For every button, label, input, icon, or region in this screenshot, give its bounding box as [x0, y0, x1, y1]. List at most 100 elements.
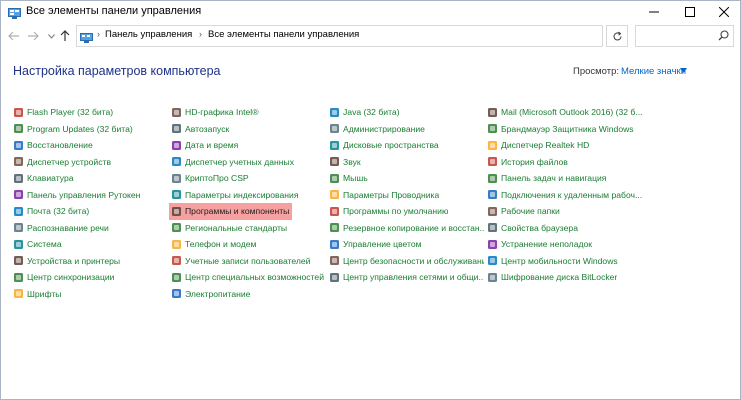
control-panel-item[interactable]: Резервное копирование и восстан...: [329, 220, 484, 237]
control-panel-item-label: Диспетчер устройств: [27, 156, 112, 167]
storage-icon: [329, 140, 340, 151]
control-panel-item[interactable]: Program Updates (32 бита): [13, 121, 168, 138]
control-panel-item[interactable]: Региональные стандарты: [171, 220, 326, 237]
control-panel-item[interactable]: Панель задач и навигация: [487, 170, 642, 187]
control-panel-item-label: Звук: [343, 156, 361, 167]
minimize-icon: [649, 11, 659, 13]
control-panel-item[interactable]: Телефон и модем: [171, 236, 326, 253]
control-panel-item-label: Подключения к удаленным рабоч...: [501, 189, 642, 200]
forward-button[interactable]: [26, 29, 40, 43]
control-panel-item[interactable]: Центр управления сетями и общи...: [329, 269, 484, 286]
control-panel-item[interactable]: Параметры индексирования: [171, 187, 326, 204]
page-title: Настройка параметров компьютера: [13, 64, 221, 78]
control-panel-item[interactable]: Устройства и принтеры: [13, 253, 168, 270]
control-panel-item[interactable]: Свойства браузера: [487, 220, 642, 237]
address-bar[interactable]: › Панель управления › Все элементы панел…: [76, 25, 672, 47]
printer-icon: [13, 255, 24, 266]
indexing-icon: [171, 189, 182, 200]
control-panel-item[interactable]: Диспетчер учетных данных: [171, 154, 326, 171]
control-panel-item[interactable]: Панель управления Рутокен: [13, 187, 168, 204]
refresh-button[interactable]: [606, 25, 628, 47]
control-panel-item[interactable]: Автозапуск: [171, 121, 326, 138]
control-panel-item[interactable]: Дата и время: [171, 137, 326, 154]
control-panel-item-label: Управление цветом: [343, 239, 422, 250]
firewall-icon: [487, 123, 498, 134]
control-panel-item[interactable]: Диспетчер Realtek HD: [487, 137, 642, 154]
control-panel-item-label: Почта (32 бита): [27, 206, 90, 217]
control-panel-item[interactable]: Дисковые пространства: [329, 137, 484, 154]
control-panel-item-label: Телефон и модем: [185, 239, 257, 250]
recent-locations-button[interactable]: [44, 29, 58, 43]
control-panel-item-label: Брандмауэр Защитника Windows: [501, 123, 634, 134]
updates-icon: [13, 123, 24, 134]
control-panel-item[interactable]: Администрирование: [329, 121, 484, 138]
browser-icon: [487, 222, 498, 233]
control-panel-item[interactable]: Клавиатура: [13, 170, 168, 187]
title-bar: Все элементы панели управления: [1, 1, 740, 23]
cryptopro-icon: [171, 173, 182, 184]
control-panel-item[interactable]: Мышь: [329, 170, 484, 187]
recovery-icon: [13, 140, 24, 151]
control-panel-item[interactable]: История файлов: [487, 154, 642, 171]
control-panel-item-label: Распознавание речи: [27, 222, 109, 233]
minimize-button[interactable]: [637, 1, 671, 23]
control-panel-item[interactable]: Почта (32 бита): [13, 203, 168, 220]
control-panel-item-label: Диспетчер учетных данных: [185, 156, 294, 167]
maximize-icon: [685, 7, 695, 17]
control-panel-item[interactable]: Центр специальных возможностей: [171, 269, 326, 286]
back-button[interactable]: [7, 29, 21, 43]
control-panel-item-label: Система: [27, 239, 62, 250]
control-panel-item[interactable]: Программы и компоненты: [169, 203, 292, 220]
control-panel-item[interactable]: Электропитание: [171, 286, 326, 303]
control-panel-item[interactable]: Учетные записи пользователей: [171, 253, 326, 270]
device-manager-icon: [13, 156, 24, 167]
control-panel-item[interactable]: Система: [13, 236, 168, 253]
close-button[interactable]: [707, 1, 740, 23]
control-panel-item[interactable]: Звук: [329, 154, 484, 171]
phone-icon: [171, 239, 182, 250]
search-input[interactable]: [635, 25, 734, 47]
backup-icon: [329, 222, 340, 233]
credentials-icon: [171, 156, 182, 167]
control-panel-item[interactable]: Программы по умолчанию: [329, 203, 484, 220]
control-panel-item[interactable]: Mail (Microsoft Outlook 2016) (32 б...: [487, 104, 642, 121]
control-panel-item-label: Центр синхронизации: [27, 272, 115, 283]
mail-icon: [13, 206, 24, 217]
control-panel-item[interactable]: Восстановление: [13, 137, 168, 154]
control-panel-item[interactable]: Подключения к удаленным рабоч...: [487, 187, 642, 204]
control-panel-item[interactable]: Центр мобильности Windows: [487, 253, 642, 270]
maximize-button[interactable]: [673, 1, 707, 23]
caret-down-icon[interactable]: [680, 68, 687, 74]
control-panel-item[interactable]: Брандмауэр Защитника Windows: [487, 121, 642, 138]
control-panel-item-label: Шифрование диска BitLocker: [501, 272, 618, 283]
control-panel-item[interactable]: Устранение неполадок: [487, 236, 642, 253]
troubleshoot-icon: [487, 239, 498, 250]
java-icon: [329, 107, 340, 118]
control-panel-item[interactable]: Шрифты: [13, 286, 168, 303]
control-panel-item-label: Устройства и принтеры: [27, 255, 121, 266]
breadcrumb-all-items[interactable]: Все элементы панели управления: [208, 29, 359, 40]
control-panel-item[interactable]: Распознавание речи: [13, 220, 168, 237]
control-panel-item[interactable]: Параметры Проводника: [329, 187, 484, 204]
control-panel-item[interactable]: Диспетчер устройств: [13, 154, 168, 171]
control-panel-item[interactable]: Java (32 бита): [329, 104, 484, 121]
up-button[interactable]: [58, 29, 72, 43]
control-panel-item[interactable]: Центр безопасности и обслуживания: [329, 253, 484, 270]
control-panel-item[interactable]: Шифрование диска BitLocker: [487, 269, 642, 286]
control-panel-item-label: КриптоПро CSP: [185, 173, 249, 184]
control-panel-item-label: Flash Player (32 бита): [27, 107, 114, 118]
control-panel-item[interactable]: Управление цветом: [329, 236, 484, 253]
control-panel-item[interactable]: Flash Player (32 бита): [13, 104, 168, 121]
control-panel-item[interactable]: HD-графика Intel®: [171, 104, 326, 121]
items-column-3: Java (32 бита) Администрирование Дисковые …: [329, 104, 484, 286]
control-panel-item-label: Центр специальных возможностей: [185, 272, 324, 283]
control-panel-item[interactable]: КриптоПро CSP: [171, 170, 326, 187]
view-by-dropdown[interactable]: Мелкие значки: [621, 66, 686, 77]
control-panel-icon: [8, 6, 21, 19]
bitlocker-icon: [487, 272, 498, 283]
programs-icon: [171, 206, 182, 217]
control-panel-item[interactable]: Рабочие папки: [487, 203, 642, 220]
breadcrumb-control-panel[interactable]: Панель управления: [105, 29, 192, 40]
control-panel-item-label: Мышь: [343, 173, 368, 184]
control-panel-item[interactable]: Центр синхронизации: [13, 269, 168, 286]
